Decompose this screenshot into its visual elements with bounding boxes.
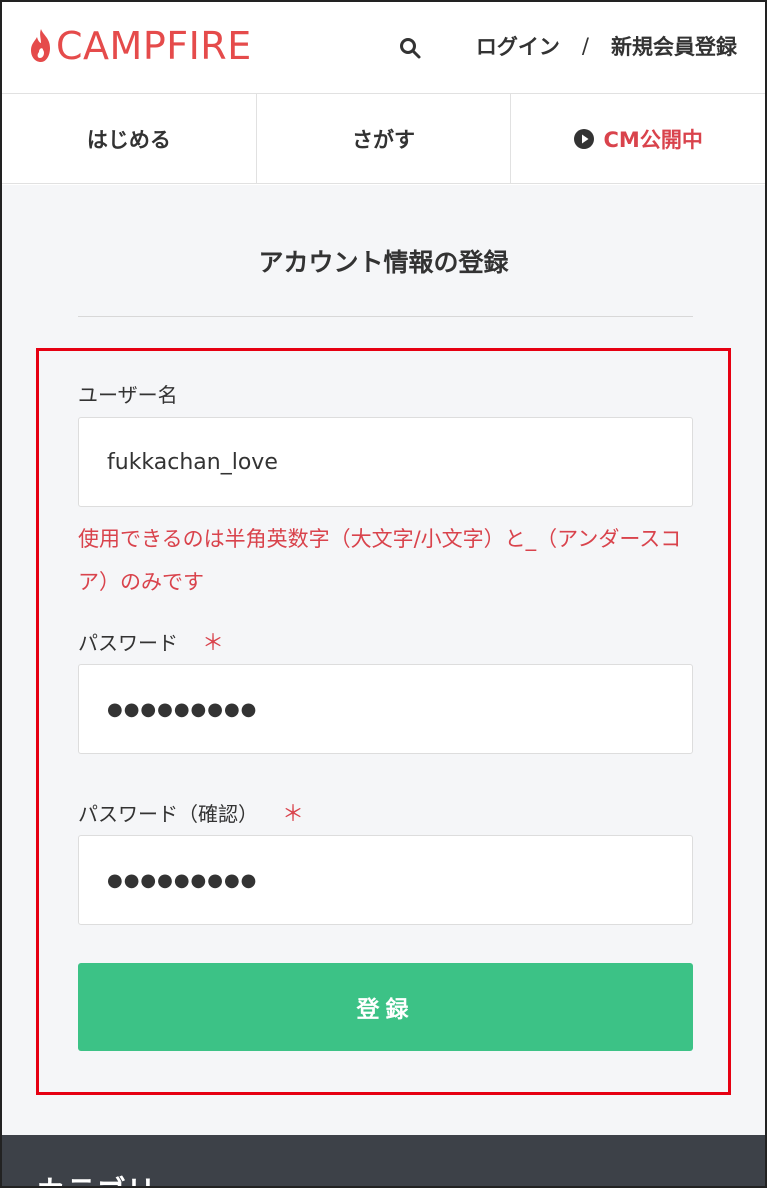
tab-start[interactable]: はじめる <box>2 94 257 183</box>
auth-links: ログイン / 新規会員登録 <box>476 30 737 62</box>
flame-icon <box>31 29 50 62</box>
username-error: 使用できるのは半角英数字（大文字/小文字）と_（アンダースコア）のみです <box>78 527 682 594</box>
tab-cm-label: CM公開中 <box>603 127 703 152</box>
password-value: ●●●●●●●●● <box>107 698 258 720</box>
password-confirm-value: ●●●●●●●●● <box>107 869 258 891</box>
play-circle-icon <box>573 128 594 149</box>
username-label: ユーザー名 <box>78 383 178 407</box>
password-label: パスワード <box>78 631 178 655</box>
campfire-logo[interactable]: CAMPFIRE <box>28 24 252 68</box>
logo-text: CAMPFIRE <box>56 24 252 68</box>
tab-cm[interactable]: CM公開中 <box>511 94 765 183</box>
password-confirm-label-row: パスワード（確認） ＊ <box>78 796 304 828</box>
registration-section: アカウント情報の登録 ユーザー名 fukkachan_love 使用できるのは半… <box>2 185 765 1135</box>
tab-search-label: さがす <box>352 127 415 152</box>
register-link[interactable]: 新規会員登録 <box>611 31 737 61</box>
password-confirm-label: パスワード（確認） <box>78 802 258 826</box>
password-label-row: パスワード ＊ <box>78 625 224 657</box>
screenshot-frame: CAMPFIRE ログイン / 新規会員登録 はじめる さがす CM公開中 アカ… <box>0 0 767 1188</box>
page-title: アカウント情報の登録 <box>258 248 509 277</box>
password-confirm-input[interactable]: ●●●●●●●●● <box>78 835 693 925</box>
tab-search[interactable]: さがす <box>257 94 512 183</box>
tab-start-label: はじめる <box>86 127 171 152</box>
nav-tabs: はじめる さがす CM公開中 <box>2 94 765 184</box>
username-value: fukkachan_love <box>107 449 278 475</box>
register-submit-button[interactable]: 登録 <box>78 963 693 1051</box>
title-divider <box>78 316 693 317</box>
footer-category-title: カテゴリー <box>36 1173 186 1186</box>
password-input[interactable]: ●●●●●●●●● <box>78 664 693 754</box>
login-link[interactable]: ログイン <box>476 31 560 61</box>
auth-separator: / <box>581 34 589 58</box>
required-mark: ＊ <box>202 631 225 656</box>
footer: カテゴリー <box>2 1135 765 1186</box>
search-icon[interactable] <box>398 36 422 60</box>
username-input[interactable]: fukkachan_love <box>78 417 693 507</box>
site-header: CAMPFIRE ログイン / 新規会員登録 <box>2 2 765 94</box>
required-mark: ＊ <box>282 802 305 827</box>
